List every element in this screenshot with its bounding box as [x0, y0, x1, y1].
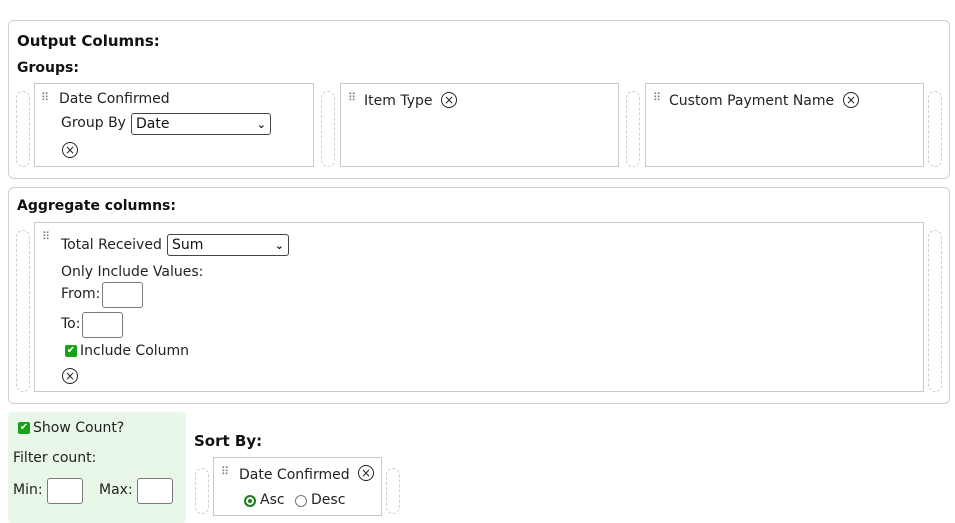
sort-asc-label: Asc [260, 492, 285, 508]
aggregate-function-value: Sum [172, 237, 204, 253]
min-label: Min: [13, 482, 43, 498]
only-include-label: Only Include Values: [61, 264, 204, 280]
chevron-down-icon: ⌄ [256, 117, 266, 131]
close-circle-icon[interactable]: × [358, 465, 374, 481]
show-count-label: Show Count? [33, 420, 125, 436]
sort-desc-label: Desc [311, 492, 346, 508]
group-card-date-confirmed[interactable]: ⠿ Date Confirmed Group By Date ⌄ × [34, 83, 314, 167]
aggregate-function-select[interactable]: Sum ⌄ [167, 234, 289, 256]
checkmark-icon: ✔ [19, 422, 29, 433]
groups-label: Groups: [17, 60, 79, 76]
include-column-label: Include Column [80, 343, 190, 359]
max-count-input[interactable] [137, 478, 173, 504]
aggregate-card-total-received[interactable]: ⠿ Total Received Sum ⌄ Only Include Valu… [34, 222, 924, 392]
aggregate-columns-title: Aggregate columns: [17, 198, 176, 214]
sort-card-date-confirmed[interactable]: ⠿ Date Confirmed × Asc Desc [213, 457, 382, 516]
group-by-select[interactable]: Date ⌄ [131, 113, 271, 135]
aggregate-column-name: Total Received [61, 237, 162, 253]
group-dropzone-2[interactable] [321, 91, 335, 167]
group-name: Date Confirmed [59, 91, 170, 107]
include-column-checkbox[interactable]: ✔ [65, 345, 77, 357]
drag-handle-icon[interactable]: ⠿ [41, 92, 49, 103]
drag-handle-icon[interactable]: ⠿ [42, 231, 50, 242]
group-dropzone-3[interactable] [626, 91, 640, 167]
checkmark-icon: ✔ [66, 345, 76, 356]
group-card-custom-payment-name[interactable]: ⠿ Custom Payment Name × [645, 83, 924, 167]
aggregate-dropzone-1[interactable] [16, 230, 30, 392]
sort-dropzone-2[interactable] [386, 468, 400, 514]
close-circle-icon[interactable]: × [62, 368, 78, 384]
group-dropzone-1[interactable] [16, 91, 30, 167]
close-circle-icon[interactable]: × [62, 142, 78, 158]
show-count-checkbox[interactable]: ✔ [18, 422, 30, 434]
sort-dropzone-1[interactable] [195, 468, 209, 514]
close-circle-icon[interactable]: × [843, 92, 859, 108]
drag-handle-icon[interactable]: ⠿ [348, 92, 356, 103]
sort-desc-radio[interactable] [295, 495, 307, 507]
min-count-input[interactable] [47, 478, 83, 504]
drag-handle-icon[interactable]: ⠿ [221, 466, 229, 477]
group-by-value: Date [136, 116, 170, 132]
group-name: Custom Payment Name [669, 93, 835, 109]
close-circle-icon[interactable]: × [441, 92, 457, 108]
aggregate-dropzone-2[interactable] [928, 230, 942, 392]
sort-column-name: Date Confirmed [239, 467, 350, 483]
output-columns-title: Output Columns: [17, 32, 160, 50]
to-label: To: [61, 316, 81, 332]
chevron-down-icon: ⌄ [274, 238, 284, 252]
group-by-label: Group By [61, 115, 126, 131]
filter-count-label: Filter count: [13, 450, 97, 466]
sort-asc-radio[interactable] [244, 495, 256, 507]
group-dropzone-4[interactable] [928, 91, 942, 167]
to-input[interactable] [82, 312, 123, 338]
group-name: Item Type [364, 93, 433, 109]
group-card-item-type[interactable]: ⠿ Item Type × [340, 83, 619, 167]
max-label: Max: [99, 482, 133, 498]
sort-by-title: Sort By: [194, 432, 263, 450]
from-label: From: [61, 286, 101, 302]
drag-handle-icon[interactable]: ⠿ [653, 92, 661, 103]
from-input[interactable] [102, 282, 143, 308]
